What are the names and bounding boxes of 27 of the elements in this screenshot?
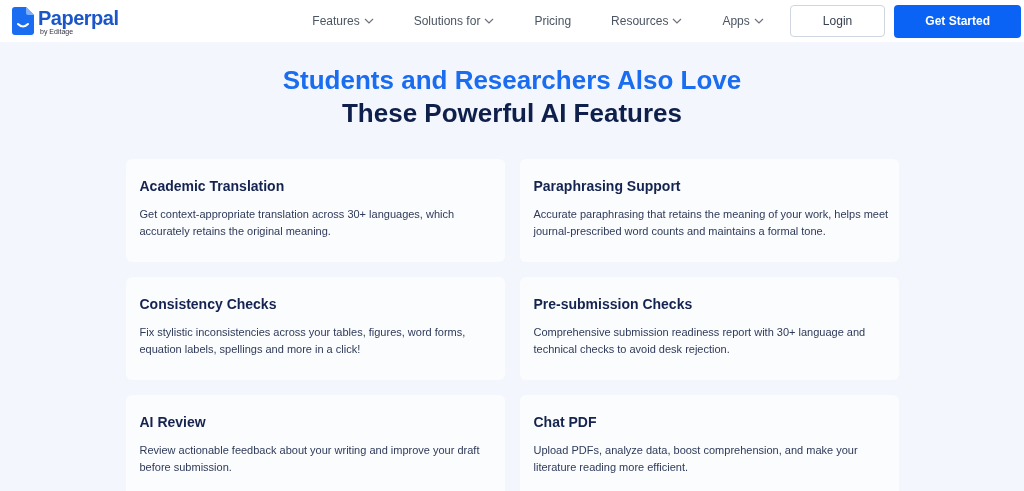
feature-description: Upload PDFs, analyze data, boost comprehension, and make your literature reading more efficient. <box>533 443 859 475</box>
section-title-highlight: Students and Researchers Also Love <box>282 64 742 96</box>
feature-description: Fix stylistic inconsistencies across your tables, figures, word forms, equation labels, spellings and more in a click! <box>139 325 467 357</box>
get-started-button[interactable]: Get Started <box>894 4 1021 38</box>
chevron-down-icon <box>672 18 683 24</box>
nav-link[interactable]: Solutions for <box>413 12 495 30</box>
feature-title: Pre-submission Checks <box>533 295 694 314</box>
feature-title: Consistency Checks <box>139 295 278 314</box>
feature-title: Academic Translation <box>139 177 286 196</box>
nav-link[interactable]: Apps <box>722 12 764 30</box>
feature-description: Review actionable feedback about your writing and improve your draft before submission. <box>139 443 481 475</box>
feature-description: Comprehensive submission readiness report with 30+ language and technical checks to avoid desk rejection. <box>533 325 867 357</box>
feature-description: Accurate paraphrasing that retains the meaning of your work, helps meet journal-prescribed word counts and maintains a formal tone. <box>533 207 889 239</box>
logo-wordmark: Paperpal <box>38 7 119 28</box>
feature-title: Chat PDF <box>533 413 598 432</box>
chevron-down-icon <box>753 18 764 24</box>
login-button[interactable]: Login <box>789 5 886 37</box>
feature-title: AI Review <box>139 413 207 432</box>
nav-link[interactable]: Features <box>312 12 374 30</box>
nav-link[interactable]: Resources <box>611 12 683 30</box>
nav-link[interactable]: Pricing <box>534 12 572 30</box>
logo-icon <box>12 7 34 35</box>
chevron-down-icon <box>363 18 374 24</box>
feature-description: Get context-appropriate translation across 30+ languages, which accurately retains the original meaning. <box>139 207 456 239</box>
feature-title: Paraphrasing Support <box>533 177 682 196</box>
section-title: These Powerful AI Features <box>342 97 682 130</box>
chevron-down-icon <box>484 18 495 24</box>
